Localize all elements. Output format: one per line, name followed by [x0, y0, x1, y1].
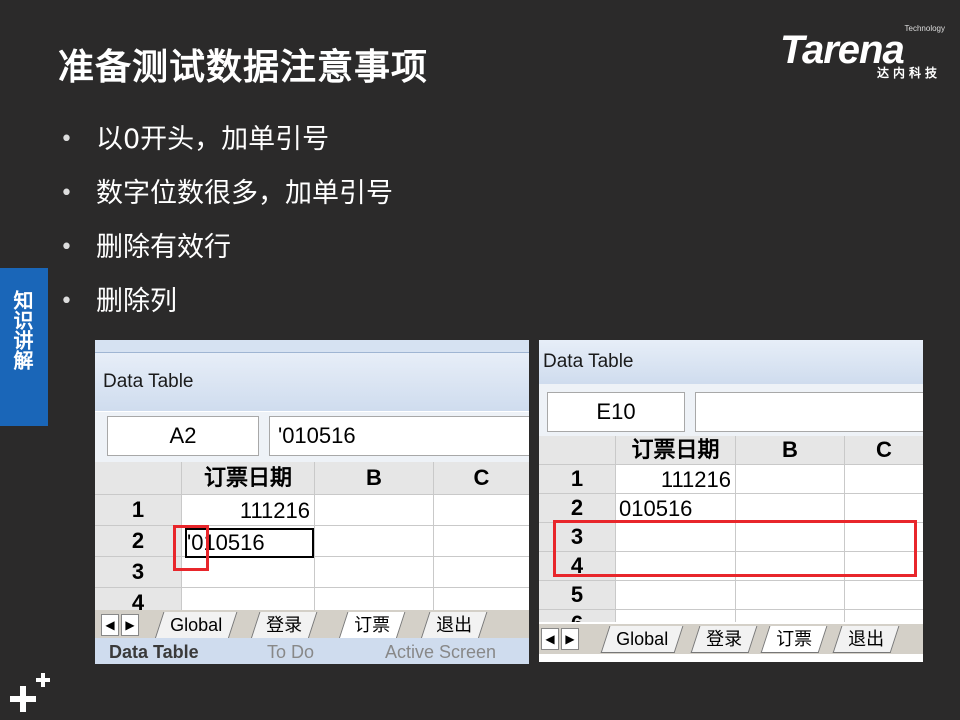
cell-a1[interactable]: 111216 — [619, 467, 731, 493]
pane-tab-active-screen[interactable]: Active Screen — [385, 642, 496, 663]
window-title: Data Table — [539, 340, 923, 384]
bullet-dot-icon: • — [60, 127, 73, 152]
bullet-item: • 删除列 — [58, 280, 393, 334]
side-tab-label: 知识讲解 — [10, 290, 34, 370]
row-header[interactable]: 2 — [539, 494, 615, 522]
sheet-tab-booking[interactable]: 订票 — [338, 612, 406, 639]
bottom-pane-tabs: Data Table To Do Active Screen — [95, 638, 529, 664]
pane-tab-data-table[interactable]: Data Table — [109, 642, 199, 663]
cell-reference-box[interactable]: A2 — [107, 416, 259, 456]
window-title: Data Table — [95, 353, 529, 411]
side-section-tab: 知识讲解 — [0, 268, 48, 426]
data-table-screenshot-1: Data Table A2 '010516 订票日期 B C 1 2 3 4 1… — [95, 340, 529, 664]
sheet-tab-login[interactable]: 登录 — [250, 612, 318, 639]
slide-title: 准备测试数据注意事项 — [58, 47, 429, 88]
column-header-a[interactable]: 订票日期 — [616, 436, 735, 464]
sheet-tab-login[interactable]: 登录 — [690, 626, 758, 653]
formula-bar: E10 — [539, 384, 923, 436]
bullet-text: 以0开头，加单引号 — [96, 124, 330, 155]
tarena-logo: Technology Tarena 达内科技 — [780, 24, 945, 84]
bullet-text: 删除有效行 — [96, 232, 231, 263]
sheet-tab-logout[interactable]: 退出 — [420, 612, 488, 639]
cell-value-input[interactable] — [695, 392, 923, 432]
pane-tab-to-do[interactable]: To Do — [267, 642, 314, 663]
column-header-b[interactable]: B — [736, 436, 844, 464]
bullet-list: • 以0开头，加单引号 • 数字位数很多，加单引号 • 删除有效行 • 删除列 — [58, 118, 393, 334]
row-header[interactable]: 3 — [95, 557, 181, 587]
data-table-screenshot-2: Data Table E10 订票日期 B C 1 2 3 4 5 6 1112… — [539, 340, 923, 662]
logo-technology-text: Technology — [904, 24, 945, 33]
sheet-tabs-bar: ◀ ▶ Global 登录 订票 退出 — [95, 610, 529, 640]
tab-scroll-left-button[interactable]: ◀ — [101, 614, 119, 636]
tab-scroll-right-button[interactable]: ▶ — [561, 628, 579, 650]
plus-decoration-icon — [10, 673, 50, 712]
bullet-dot-icon: • — [60, 181, 73, 206]
bullet-item: • 以0开头，加单引号 — [58, 118, 393, 172]
cell-reference-box[interactable]: E10 — [547, 392, 685, 432]
cell-value-input[interactable]: '010516 — [269, 416, 529, 456]
spreadsheet-grid[interactable]: 订票日期 B C 1 2 3 4 5 6 111216 010516 — [539, 436, 923, 622]
sheet-tabs-bar: ◀ ▶ Global 登录 订票 退出 — [539, 624, 923, 654]
bullet-item: • 删除有效行 — [58, 226, 393, 280]
highlight-box — [173, 525, 209, 571]
bullet-dot-icon: • — [60, 235, 73, 260]
row-header[interactable]: 6 — [539, 610, 615, 622]
row-header[interactable]: 2 — [95, 526, 181, 556]
bullet-text: 数字位数很多，加单引号 — [96, 178, 393, 209]
highlight-box — [553, 520, 917, 577]
row-header[interactable]: 1 — [95, 495, 181, 525]
spreadsheet-grid[interactable]: 订票日期 B C 1 2 3 4 111216 '010516 — [95, 462, 529, 612]
row-header[interactable]: 1 — [539, 465, 615, 493]
bullet-dot-icon: • — [60, 289, 73, 314]
sheet-tab-global[interactable]: Global — [600, 626, 684, 653]
column-header-c[interactable]: C — [845, 436, 923, 464]
tab-scroll-right-button[interactable]: ▶ — [121, 614, 139, 636]
corner-header — [539, 436, 615, 464]
cell-a1[interactable]: 111216 — [185, 498, 310, 524]
formula-bar: A2 '010516 — [95, 412, 529, 462]
sheet-tab-global[interactable]: Global — [154, 612, 238, 639]
column-header-a[interactable]: 订票日期 — [182, 462, 314, 494]
column-header-b[interactable]: B — [315, 462, 433, 494]
tab-scroll-left-button[interactable]: ◀ — [541, 628, 559, 650]
bullet-text: 删除列 — [96, 286, 177, 317]
logo-chinese-name: 达内科技 — [876, 66, 941, 80]
bullet-item: • 数字位数很多，加单引号 — [58, 172, 393, 226]
row-header[interactable]: 5 — [539, 581, 615, 609]
row-header[interactable]: 4 — [95, 588, 181, 612]
window-top-strip — [95, 340, 529, 353]
column-header-c[interactable]: C — [434, 462, 529, 494]
cell-a2[interactable]: 010516 — [619, 496, 731, 522]
sheet-tab-logout[interactable]: 退出 — [832, 626, 900, 653]
sheet-tab-booking[interactable]: 订票 — [760, 626, 828, 653]
corner-header — [95, 462, 181, 494]
